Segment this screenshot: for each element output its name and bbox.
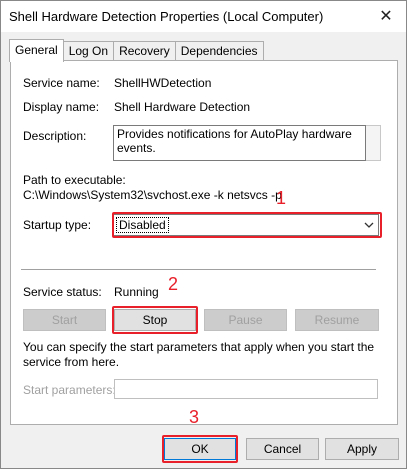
startup-type-value: Disabled: [116, 217, 169, 233]
start-button[interactable]: Start: [23, 309, 106, 331]
title-bar: Shell Hardware Detection Properties (Loc…: [1, 1, 406, 32]
tab-general[interactable]: General: [9, 39, 64, 62]
annotation-2: 2: [168, 274, 179, 294]
display-name-label: Display name:: [23, 100, 100, 114]
service-status-label: Service status:: [23, 285, 102, 299]
window-title: Shell Hardware Detection Properties (Loc…: [9, 9, 324, 24]
startup-type-dropdown[interactable]: Disabled: [113, 214, 379, 236]
tab-recovery[interactable]: Recovery: [113, 41, 176, 62]
description-textbox[interactable]: Provides notifications for AutoPlay hard…: [113, 125, 366, 161]
properties-dialog: Shell Hardware Detection Properties (Loc…: [0, 0, 407, 469]
service-name-label: Service name:: [23, 76, 100, 90]
apply-button[interactable]: Apply: [325, 438, 399, 460]
cancel-button[interactable]: Cancel: [246, 438, 319, 460]
start-parameters-label: Start parameters:: [23, 383, 116, 397]
display-name-value: Shell Hardware Detection: [114, 100, 251, 114]
section-divider: [21, 269, 376, 270]
ok-button[interactable]: OK: [164, 438, 236, 460]
service-status-value: Running: [114, 285, 159, 299]
general-panel: [10, 60, 398, 425]
path-label: Path to executable:: [23, 173, 126, 187]
annotation-3: 3: [189, 407, 200, 427]
pause-button[interactable]: Pause: [204, 309, 287, 331]
start-parameters-input[interactable]: [114, 379, 378, 399]
description-label: Description:: [23, 129, 87, 143]
tab-strip: General Log On Recovery Dependencies: [9, 39, 264, 62]
resume-button[interactable]: Resume: [295, 309, 379, 331]
tab-log-on[interactable]: Log On: [62, 41, 115, 62]
service-name-value: ShellHWDetection: [114, 76, 212, 90]
description-scrollbar[interactable]: [366, 125, 381, 161]
close-icon[interactable]: ✕: [372, 3, 400, 29]
annotation-1: 1: [276, 188, 287, 208]
path-value: C:\Windows\System32\svchost.exe -k netsv…: [23, 188, 282, 202]
help-text: You can specify the start parameters tha…: [23, 340, 375, 369]
stop-button[interactable]: Stop: [114, 309, 196, 331]
tab-dependencies[interactable]: Dependencies: [174, 41, 264, 62]
chevron-down-icon: [360, 215, 378, 235]
startup-type-label: Startup type:: [23, 218, 92, 232]
